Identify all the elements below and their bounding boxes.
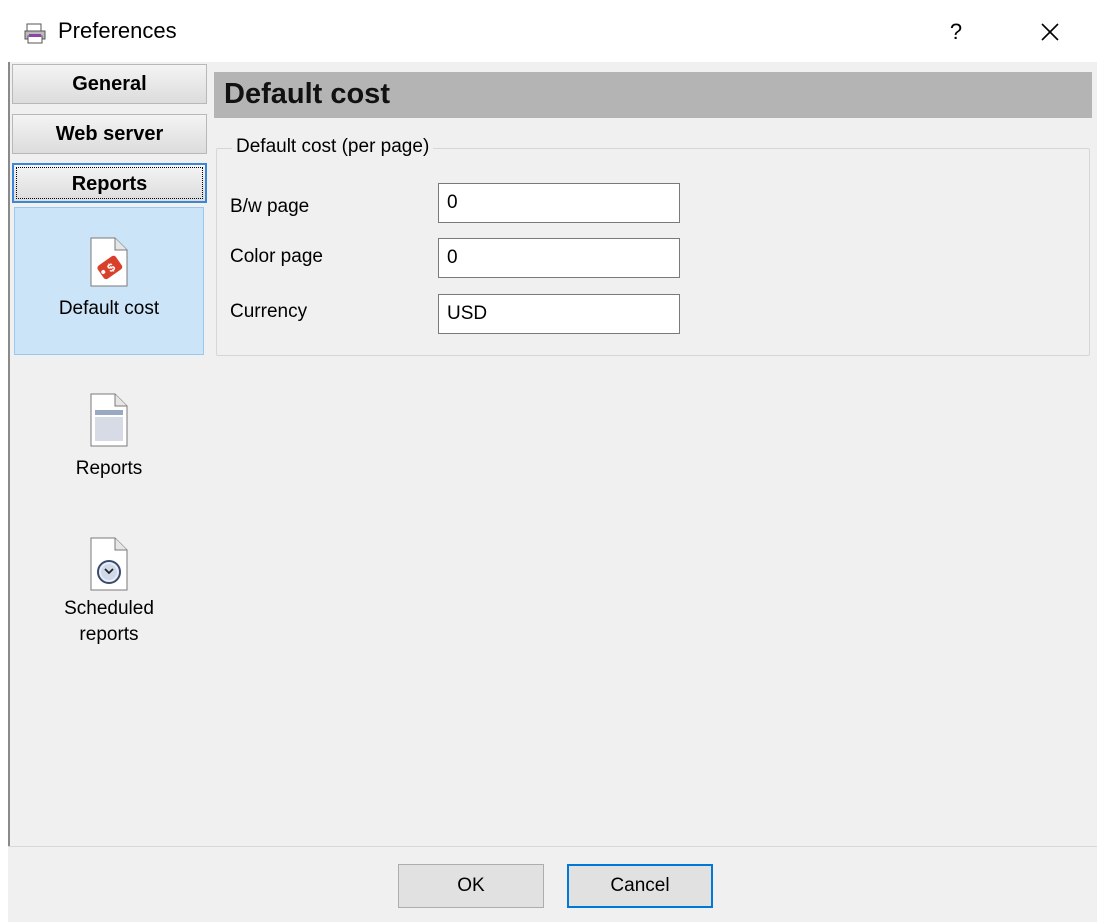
color-page-label: Color page [230, 246, 323, 267]
close-button[interactable] [1028, 10, 1072, 54]
preferences-window: Preferences ? General Web server Reports… [8, 0, 1097, 922]
nav-item-default-cost[interactable]: $ Default cost [14, 207, 204, 355]
color-page-input[interactable]: 0 [438, 238, 680, 278]
currency-input[interactable]: USD [438, 294, 680, 334]
section-heading: Default cost [224, 78, 390, 110]
tab-web-server[interactable]: Web server [12, 114, 207, 154]
title-bar: Preferences ? [8, 0, 1097, 62]
nav-item-scheduled-reports[interactable]: Scheduled reports [14, 530, 204, 660]
footer-divider [8, 846, 1097, 847]
cancel-button[interactable]: Cancel [567, 864, 713, 908]
groupbox-label: Default cost (per page) [232, 136, 434, 158]
section-heading-bar: Default cost [214, 72, 1092, 118]
printer-icon [24, 23, 46, 44]
price-tag-document-icon: $ [90, 237, 128, 287]
window-title: Preferences [58, 18, 177, 43]
currency-label: Currency [230, 301, 308, 322]
nav-item-label: Default cost [58, 298, 160, 319]
bw-page-input[interactable]: 0 [438, 183, 680, 223]
close-icon [1041, 23, 1059, 41]
clock-document-icon [90, 537, 128, 591]
tab-reports[interactable]: Reports [12, 163, 207, 203]
help-button[interactable]: ? [936, 10, 976, 54]
nav-item-label: Scheduled reports [64, 598, 154, 645]
ok-button[interactable]: OK [398, 864, 544, 908]
window-left-edge [8, 62, 10, 846]
nav-item-label: Reports [75, 458, 143, 479]
tab-general[interactable]: General [12, 64, 207, 104]
bw-page-label: B/w page [230, 196, 310, 217]
report-document-icon [90, 393, 128, 447]
nav-item-reports[interactable]: Reports [14, 386, 204, 496]
